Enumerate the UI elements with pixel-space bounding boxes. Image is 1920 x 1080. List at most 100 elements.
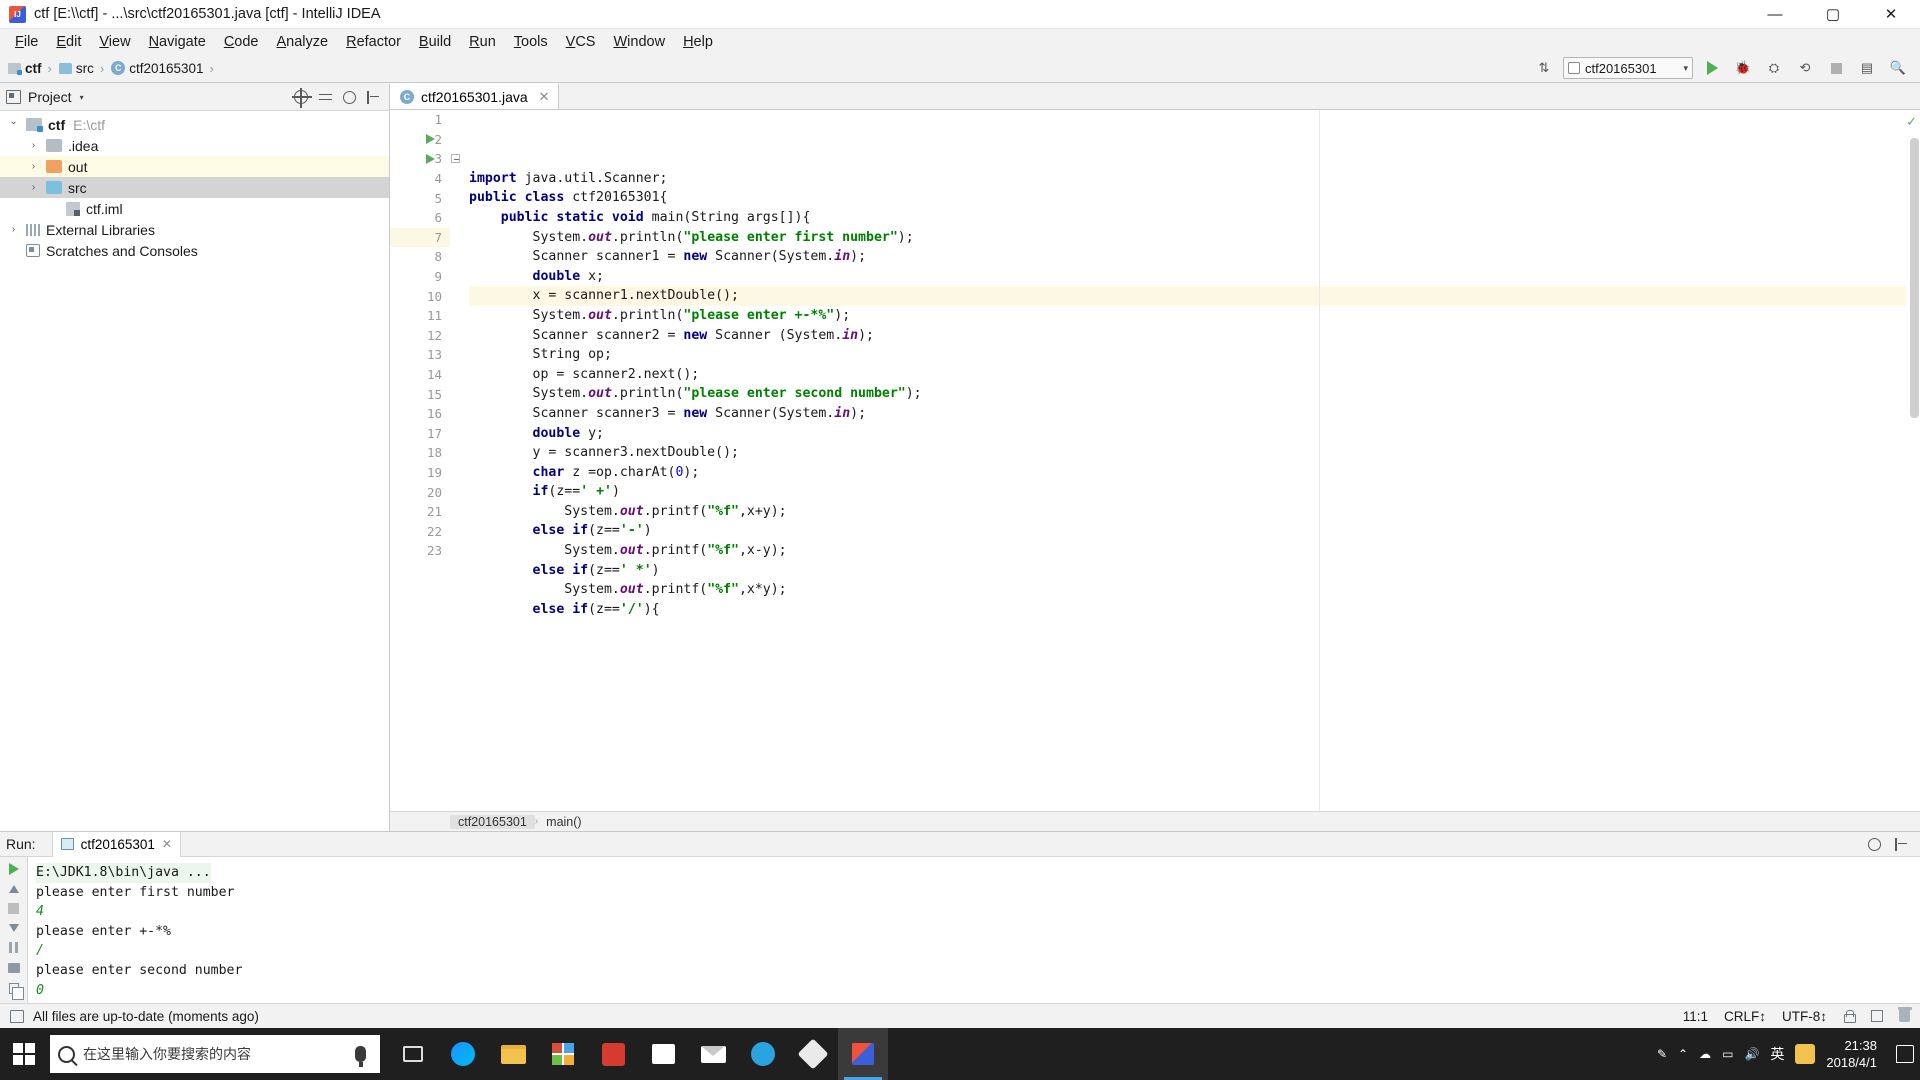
code-line[interactable]: System.out.printf("%f",x*y);	[469, 580, 1906, 600]
box-icon[interactable]	[788, 1028, 838, 1080]
code-text[interactable]: import java.util.Scanner; public class ct…	[461, 110, 1906, 811]
battery-icon[interactable]: ▭	[1722, 1047, 1733, 1061]
error-stripe[interactable]: ✓	[1906, 110, 1920, 811]
volume-icon[interactable]: 🔊	[1744, 1047, 1759, 1061]
menu-item-run[interactable]: Run	[460, 32, 505, 52]
code-line[interactable]: Scanner scanner1 = new Scanner(System.in…	[469, 247, 1906, 267]
breadcrumb-class[interactable]: ctf20165301 ›	[111, 61, 221, 76]
search-icon[interactable]: 🔍	[1886, 56, 1910, 80]
print-icon[interactable]	[5, 983, 24, 1000]
code-line[interactable]: String op;	[469, 345, 1906, 365]
gear-icon[interactable]	[343, 90, 356, 104]
file-encoding[interactable]: UTF-8↕	[1782, 1009, 1827, 1024]
qq-icon[interactable]	[738, 1028, 788, 1080]
mail-icon[interactable]	[688, 1028, 738, 1080]
tree-item-external-libraries[interactable]: External Libraries	[0, 219, 389, 240]
soft-wrap-icon[interactable]	[5, 963, 23, 973]
code-editor[interactable]: 1 2 3 4 5 6 7 8 9 10 11 12 13 14 15 16 17 18 19 20 21 22 23 im…	[390, 110, 1920, 811]
breadcrumb-project[interactable]: ctf ›	[8, 61, 59, 76]
code-line[interactable]: char z =op.charAt(0);	[469, 463, 1906, 483]
chevron-up-icon[interactable]: ⌃	[1678, 1047, 1688, 1061]
edge-icon[interactable]	[438, 1028, 488, 1080]
code-line[interactable]: System.out.println("please enter first n…	[469, 228, 1906, 248]
code-line[interactable]: public class ctf20165301{	[469, 188, 1906, 208]
menu-item-edit[interactable]: Edit	[47, 32, 90, 52]
tree-item-ctf[interactable]: ctf E:\ctf	[0, 114, 389, 135]
editor-breadcrumb[interactable]: main()	[538, 815, 589, 829]
editor-breadcrumb[interactable]: ctf20165301	[450, 814, 535, 829]
stop-icon[interactable]	[1824, 56, 1848, 80]
cloud-icon[interactable]: ☁	[1699, 1047, 1711, 1061]
attach-icon[interactable]: ⟲	[1793, 56, 1817, 80]
menu-item-help[interactable]: Help	[674, 32, 722, 52]
tree-item-scratches-and-consoles[interactable]: Scratches and Consoles	[0, 240, 389, 261]
line-separator[interactable]: CRLF↕	[1724, 1009, 1766, 1024]
taskbar-search-box[interactable]: 在这里输入你要搜索的内容	[50, 1035, 380, 1073]
lang-icon[interactable]: 英	[1770, 1044, 1784, 1064]
minimize-button[interactable]: —	[1746, 0, 1804, 29]
editor-scrollbar[interactable]	[1910, 138, 1919, 418]
stop-icon[interactable]	[5, 903, 23, 914]
menu-item-code[interactable]: Code	[215, 32, 268, 52]
menu-item-view[interactable]: View	[90, 32, 139, 52]
up-icon[interactable]	[5, 885, 23, 893]
code-line[interactable]: else if(z==' *')	[469, 561, 1906, 581]
code-line[interactable]: y = scanner3.nextDouble();	[469, 443, 1906, 463]
tree-item-out[interactable]: out	[0, 156, 389, 177]
sort-icon[interactable]: ⇅	[1532, 56, 1556, 80]
editor-tab-ctf20165301[interactable]: ctf20165301.java ✕	[390, 83, 559, 109]
hide-panel-icon[interactable]	[1895, 837, 1908, 851]
chevron-right-icon[interactable]	[26, 182, 41, 193]
code-line[interactable]: if(z==' +')	[469, 482, 1906, 502]
code-line[interactable]: op = scanner2.next();	[469, 365, 1906, 385]
caret-position[interactable]: 11:1	[1683, 1009, 1708, 1024]
chevron-right-icon[interactable]	[6, 224, 21, 235]
taskbar-clock[interactable]: 21:38 2018/4/1	[1826, 1037, 1885, 1071]
code-line[interactable]: x = scanner1.nextDouble();	[469, 286, 1906, 306]
intellij-icon[interactable]	[838, 1028, 888, 1080]
close-button[interactable]: ✕	[1862, 0, 1920, 29]
menu-item-tools[interactable]: Tools	[505, 32, 557, 52]
pen-icon[interactable]: ✎	[1657, 1047, 1667, 1061]
app-red-icon[interactable]	[588, 1028, 638, 1080]
code-line[interactable]: else if(z=='-')	[469, 521, 1906, 541]
menu-item-refactor[interactable]: Refactor	[337, 32, 410, 52]
chevron-down-icon[interactable]: ▾	[80, 93, 84, 102]
code-line[interactable]: double x;	[469, 267, 1906, 287]
tree-item-idea[interactable]: .idea	[0, 135, 389, 156]
task-view-icon[interactable]	[388, 1028, 438, 1080]
start-button[interactable]	[0, 1028, 48, 1080]
code-line[interactable]: System.out.printf("%f",x+y);	[469, 502, 1906, 522]
collapse-all-icon[interactable]	[319, 91, 332, 104]
photos-icon[interactable]	[638, 1028, 688, 1080]
menu-item-analyze[interactable]: Analyze	[268, 32, 338, 52]
microphone-icon[interactable]	[355, 1046, 366, 1067]
notifications-icon[interactable]	[1896, 1045, 1914, 1063]
code-line[interactable]: System.out.println("please enter +-*%");	[469, 306, 1906, 326]
pause-icon[interactable]	[5, 942, 23, 953]
line-number-gutter[interactable]: 1 2 3 4 5 6 7 8 9 10 11 12 13 14 15 16 17 18 19 20 21 22 23	[390, 110, 450, 811]
menu-item-window[interactable]: Window	[604, 32, 674, 52]
chevron-right-icon[interactable]	[26, 161, 41, 172]
file-explorer-icon[interactable]	[488, 1028, 538, 1080]
breadcrumb-src[interactable]: src ›	[58, 61, 111, 76]
lock-icon[interactable]	[1843, 1009, 1856, 1023]
menu-item-navigate[interactable]: Navigate	[140, 32, 215, 52]
close-icon[interactable]: ✕	[539, 89, 550, 105]
locate-file-icon[interactable]	[292, 88, 312, 108]
run-gutter-icon[interactable]	[423, 149, 437, 169]
code-line[interactable]: System.out.printf("%f",x-y);	[469, 541, 1906, 561]
menu-item-file[interactable]: File	[6, 32, 47, 52]
code-line[interactable]: else if(z=='/'){	[469, 600, 1906, 620]
branch-icon[interactable]	[1871, 1010, 1883, 1022]
hide-panel-icon[interactable]	[367, 90, 380, 104]
code-line[interactable]: System.out.println("please enter second …	[469, 384, 1906, 404]
code-folding-gutter[interactable]	[450, 110, 461, 811]
tree-item-ctf-iml[interactable]: ctf.iml	[0, 198, 389, 219]
run-icon[interactable]	[1700, 56, 1724, 80]
code-line[interactable]: Scanner scanner3 = new Scanner(System.in…	[469, 404, 1906, 424]
code-line[interactable]: Scanner scanner2 = new Scanner (System.i…	[469, 326, 1906, 346]
close-icon[interactable]: ✕	[162, 837, 172, 851]
run-gutter-icon[interactable]	[423, 130, 437, 150]
tree-item-src[interactable]: src	[0, 177, 389, 198]
